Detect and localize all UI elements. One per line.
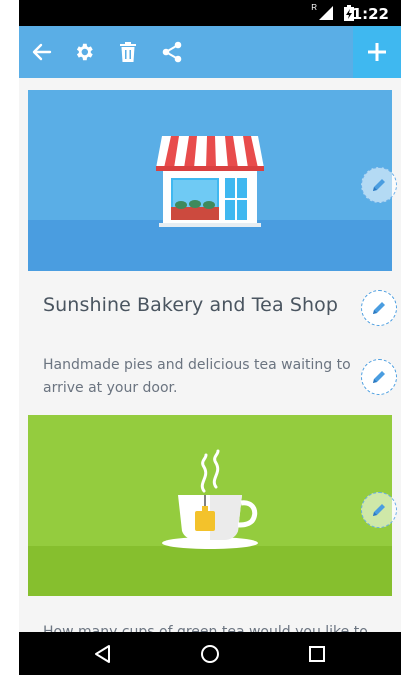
back-triangle-icon xyxy=(95,645,110,663)
back-arrow-icon xyxy=(32,43,52,61)
edit-tea-image-button[interactable] xyxy=(361,492,397,528)
trash-icon xyxy=(120,42,136,62)
plus-icon xyxy=(368,43,386,61)
pencil-icon xyxy=(373,179,385,191)
tea-image[interactable] xyxy=(28,415,392,596)
pencil-icon xyxy=(373,371,385,383)
toolbar xyxy=(19,26,401,78)
gear-icon xyxy=(76,43,93,61)
content-scroll[interactable]: Sunshine Bakery and Tea Shop Handmade pi… xyxy=(19,78,401,632)
share-icon xyxy=(162,41,182,63)
tea-cup-illustration xyxy=(28,449,392,596)
pencil-icon xyxy=(373,504,385,516)
shop-illustration xyxy=(28,136,392,271)
shop-image[interactable] xyxy=(28,90,392,271)
settings-button[interactable] xyxy=(71,39,97,65)
add-button[interactable] xyxy=(353,26,401,78)
edit-title-button[interactable] xyxy=(361,290,397,326)
share-button[interactable] xyxy=(159,39,185,65)
back-button[interactable] xyxy=(29,39,55,65)
edit-description-button[interactable] xyxy=(361,359,397,395)
recents-square-icon xyxy=(309,646,325,662)
pencil-icon xyxy=(373,302,385,314)
nav-home-button[interactable] xyxy=(196,640,224,668)
tea-question: How many cups of green tea would you lik… xyxy=(43,624,368,632)
home-circle-icon xyxy=(201,645,219,663)
status-bar: R 1:22 xyxy=(19,0,401,26)
phone-screen: R 1:22 Sunshine Bakery and Tea Shop Hand… xyxy=(19,0,401,675)
signal-icon xyxy=(319,6,333,20)
nav-recents-button[interactable] xyxy=(303,640,331,668)
delete-button[interactable] xyxy=(115,39,141,65)
clock: 1:22 xyxy=(351,5,389,23)
shop-description: Handmade pies and delicious tea waiting … xyxy=(43,357,351,396)
shop-title: Sunshine Bakery and Tea Shop xyxy=(43,294,339,316)
navigation-bar xyxy=(19,632,401,675)
roaming-badge: R xyxy=(311,3,317,12)
nav-back-button[interactable] xyxy=(89,640,117,668)
edit-image-button[interactable] xyxy=(361,167,397,203)
